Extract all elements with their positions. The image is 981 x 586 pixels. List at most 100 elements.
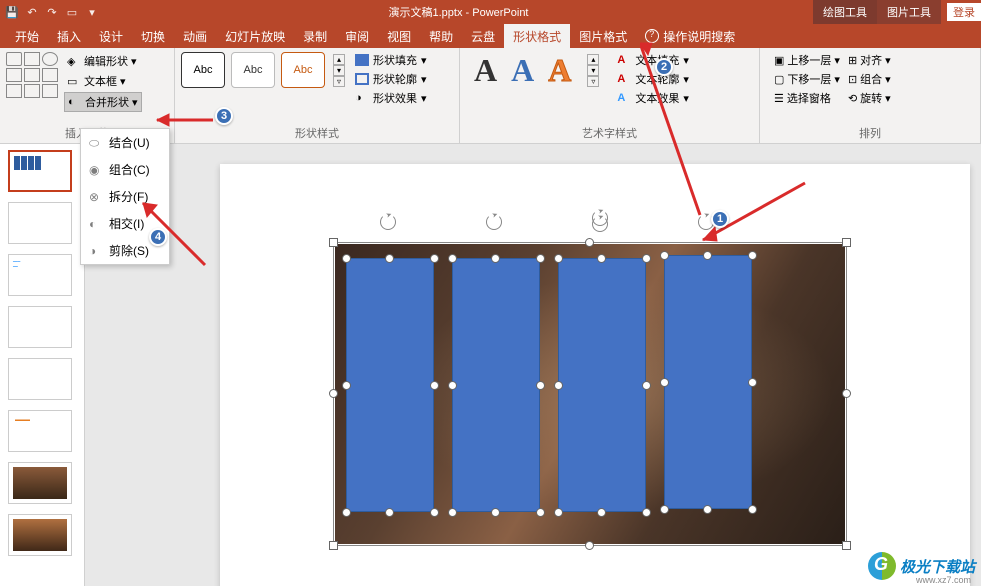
- slideshow-icon[interactable]: ▭: [64, 4, 80, 20]
- shape-effects-button[interactable]: ◑形状效果 ▾: [355, 90, 427, 106]
- send-backward-button[interactable]: ▢下移一层 ▾: [774, 71, 840, 87]
- qat-more-icon[interactable]: ▾: [84, 4, 100, 20]
- bring-forward-button[interactable]: ▣上移一层 ▾: [774, 52, 840, 68]
- resize-handle[interactable]: [448, 254, 457, 263]
- redo-icon[interactable]: ↷: [44, 4, 60, 20]
- slide-thumbnail[interactable]: [8, 514, 72, 556]
- slide-thumbnail[interactable]: [8, 202, 72, 244]
- tab-view[interactable]: 视图: [378, 24, 420, 48]
- resize-handle[interactable]: [585, 541, 594, 550]
- shape-style-item[interactable]: Abc: [231, 52, 275, 88]
- merge-union-item[interactable]: ⬭结合(U): [81, 129, 169, 156]
- tell-me-search[interactable]: 操作说明搜索: [636, 24, 744, 48]
- resize-handle[interactable]: [536, 381, 545, 390]
- resize-handle[interactable]: [329, 541, 338, 550]
- resize-handle[interactable]: [329, 238, 338, 247]
- resize-handle[interactable]: [748, 251, 757, 260]
- resize-handle[interactable]: [660, 505, 669, 514]
- resize-handle[interactable]: [642, 254, 651, 263]
- merge-combine-item[interactable]: ◉组合(C): [81, 156, 169, 183]
- resize-handle[interactable]: [430, 254, 439, 263]
- resize-handle[interactable]: [385, 508, 394, 517]
- tab-record[interactable]: 录制: [294, 24, 336, 48]
- save-icon[interactable]: 💾: [4, 4, 20, 20]
- merge-shapes-button[interactable]: ◐合并形状 ▾: [64, 92, 142, 112]
- wordart-gallery[interactable]: A A A ▴▾▿: [466, 52, 607, 89]
- resize-handle[interactable]: [329, 389, 338, 398]
- resize-handle[interactable]: [491, 254, 500, 263]
- resize-handle[interactable]: [430, 508, 439, 517]
- tab-help[interactable]: 帮助: [420, 24, 462, 48]
- tab-insert[interactable]: 插入: [48, 24, 90, 48]
- edit-shape-button[interactable]: ◈编辑形状 ▾: [64, 52, 142, 70]
- text-outline-button[interactable]: A文本轮廓 ▾: [617, 71, 689, 87]
- tab-cloud[interactable]: 云盘: [462, 24, 504, 48]
- resize-handle[interactable]: [642, 508, 651, 517]
- align-button[interactable]: ⊞对齐 ▾: [848, 52, 891, 68]
- shape-style-item[interactable]: Abc: [281, 52, 325, 88]
- resize-handle[interactable]: [554, 254, 563, 263]
- slide-canvas-area[interactable]: [85, 144, 981, 586]
- resize-handle[interactable]: [448, 508, 457, 517]
- tab-animation[interactable]: 动画: [174, 24, 216, 48]
- resize-handle[interactable]: [660, 251, 669, 260]
- rotation-handle-icon[interactable]: [486, 214, 502, 230]
- slide-thumbnail[interactable]: ━━━━━: [8, 254, 72, 296]
- login-button[interactable]: 登录: [947, 3, 981, 21]
- undo-icon[interactable]: ↶: [24, 4, 40, 20]
- slide-thumbnail[interactable]: [8, 358, 72, 400]
- resize-handle[interactable]: [554, 508, 563, 517]
- resize-handle[interactable]: [703, 505, 712, 514]
- group-button[interactable]: ⊡组合 ▾: [848, 71, 891, 87]
- resize-handle[interactable]: [842, 238, 851, 247]
- selection-pane-button[interactable]: ☰选择窗格: [774, 90, 840, 106]
- merge-fragment-item[interactable]: ⊗拆分(F): [81, 183, 169, 210]
- resize-handle[interactable]: [342, 508, 351, 517]
- resize-handle[interactable]: [660, 378, 669, 387]
- resize-handle[interactable]: [385, 254, 394, 263]
- gallery-more-button[interactable]: ▴▾▿: [587, 54, 599, 87]
- shape-gallery-mini[interactable]: [6, 52, 58, 98]
- tab-shape-format[interactable]: 形状格式: [504, 24, 570, 48]
- text-box-button[interactable]: ▭文本框 ▾: [64, 72, 142, 90]
- resize-handle[interactable]: [748, 505, 757, 514]
- resize-handle[interactable]: [342, 381, 351, 390]
- resize-handle[interactable]: [342, 254, 351, 263]
- rotation-handle-icon[interactable]: [592, 216, 608, 232]
- resize-handle[interactable]: [536, 508, 545, 517]
- slide[interactable]: [220, 164, 970, 586]
- resize-handle[interactable]: [642, 381, 651, 390]
- shape-outline-button[interactable]: 形状轮廓 ▾: [355, 71, 427, 87]
- resize-handle[interactable]: [842, 389, 851, 398]
- tab-start[interactable]: 开始: [6, 24, 48, 48]
- wordart-style-item[interactable]: A: [548, 52, 571, 89]
- wordart-style-item[interactable]: A: [511, 52, 534, 89]
- resize-handle[interactable]: [842, 541, 851, 550]
- resize-handle[interactable]: [703, 251, 712, 260]
- slide-thumbnail[interactable]: [8, 462, 72, 504]
- tab-design[interactable]: 设计: [90, 24, 132, 48]
- rotate-button[interactable]: ⟲旋转 ▾: [848, 90, 891, 106]
- slide-thumbnail[interactable]: [8, 150, 72, 192]
- resize-handle[interactable]: [536, 254, 545, 263]
- tab-picture-format[interactable]: 图片格式: [570, 24, 636, 48]
- resize-handle[interactable]: [585, 238, 594, 247]
- resize-handle[interactable]: [748, 378, 757, 387]
- text-effects-button[interactable]: A文本效果 ▾: [617, 90, 689, 106]
- text-fill-button[interactable]: A文本填充 ▾: [617, 52, 689, 68]
- resize-handle[interactable]: [554, 381, 563, 390]
- gallery-more-button[interactable]: ▴▾▿: [333, 54, 345, 87]
- wordart-style-item[interactable]: A: [474, 52, 497, 89]
- slide-thumbnail[interactable]: [8, 306, 72, 348]
- resize-handle[interactable]: [491, 508, 500, 517]
- slide-thumbnail[interactable]: ▬▬▬: [8, 410, 72, 452]
- shape-fill-button[interactable]: 形状填充 ▾: [355, 52, 427, 68]
- resize-handle[interactable]: [448, 381, 457, 390]
- shape-style-item[interactable]: Abc: [181, 52, 225, 88]
- shape-style-gallery[interactable]: Abc Abc Abc ▴▾▿: [181, 52, 345, 88]
- tab-transition[interactable]: 切换: [132, 24, 174, 48]
- resize-handle[interactable]: [597, 508, 606, 517]
- resize-handle[interactable]: [430, 381, 439, 390]
- tab-slideshow[interactable]: 幻灯片放映: [216, 24, 294, 48]
- rotation-handle-icon[interactable]: [380, 214, 396, 230]
